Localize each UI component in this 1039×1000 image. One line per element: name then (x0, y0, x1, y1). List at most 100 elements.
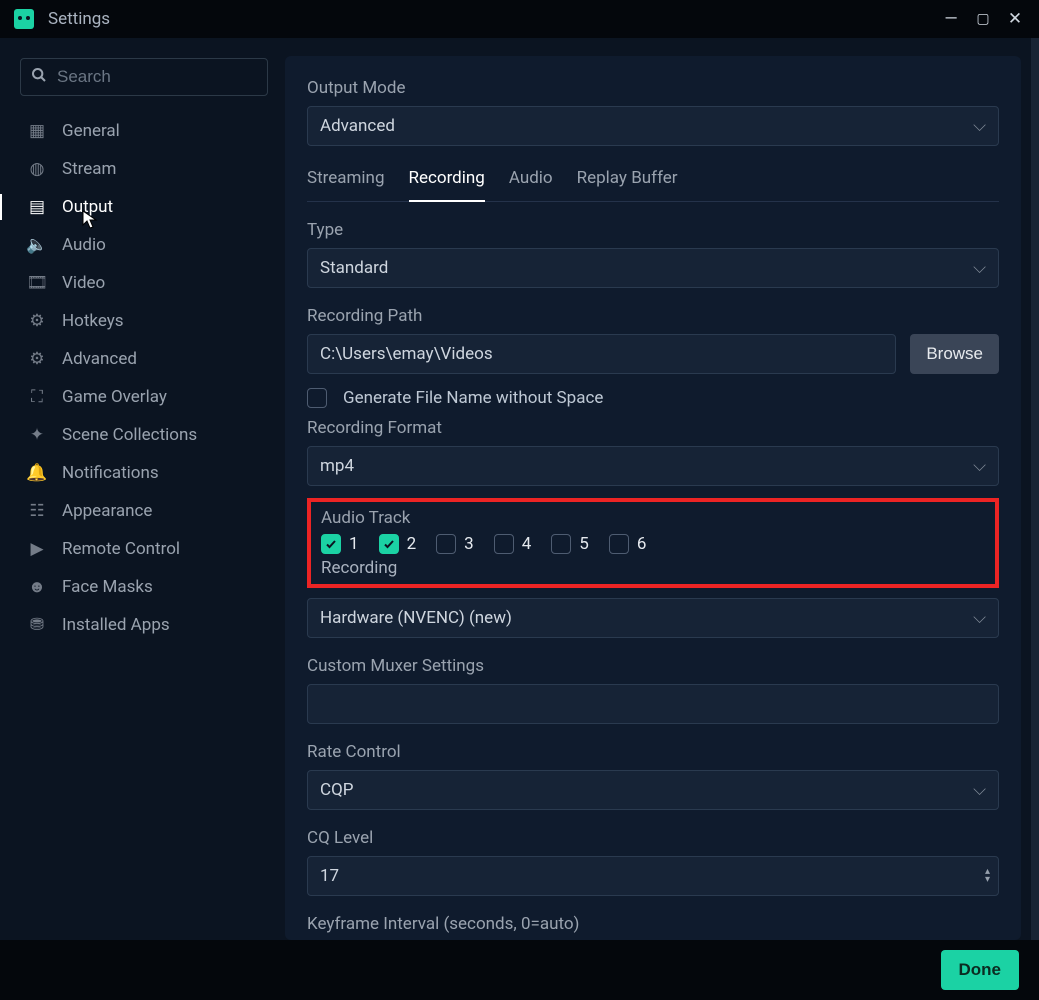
sidebar-item-game-overlay[interactable]: ⛶ Game Overlay (20, 378, 273, 416)
play-icon: ▶ (26, 539, 48, 559)
rate-control-value: CQP (320, 780, 354, 800)
audio-track-row: 123456 (321, 534, 985, 554)
sidebar-item-label: Video (62, 273, 105, 293)
search-input[interactable] (55, 66, 257, 88)
sliders-icon: ☷ (26, 501, 48, 521)
cq-level-label: CQ Level (307, 828, 999, 848)
sidebar-item-general[interactable]: ▦General (20, 112, 273, 150)
sidebar-item-label: Installed Apps (62, 615, 170, 635)
recording-format-label: Recording Format (307, 418, 999, 438)
sidebar-item-remote-control[interactable]: ▶ Remote Control (20, 530, 273, 568)
chevron-down-icon: ⌵ (973, 258, 986, 278)
sidebar-item-label: Remote Control (62, 539, 180, 559)
title-bar: Settings — ▢ ✕ (0, 0, 1039, 38)
audio-track-4-checkbox[interactable] (494, 534, 514, 554)
sidebar-item-label: Appearance (62, 501, 152, 521)
window-close-button[interactable]: ✕ (999, 9, 1031, 29)
tab-recording[interactable]: Recording (409, 168, 485, 202)
encoder-value: Hardware (NVENC) (new) (320, 608, 512, 628)
audio-track-1-label: 1 (349, 534, 359, 554)
chevron-down-icon: ⌵ (973, 780, 986, 800)
custom-muxer-input[interactable] (307, 684, 999, 724)
search-box[interactable] (20, 58, 268, 96)
sidebar-item-notifications[interactable]: 🔔Notifications (20, 454, 273, 492)
audio-track-6-label: 6 (637, 534, 647, 554)
audio-track-5: 5 (551, 534, 589, 554)
audio-track-3-label: 3 (464, 534, 474, 554)
custom-muxer-label: Custom Muxer Settings (307, 656, 999, 676)
encoder-select[interactable]: Hardware (NVENC) (new) ⌵ (307, 598, 999, 638)
mask-icon: ☻ (26, 577, 48, 597)
stepper-arrows-icon[interactable]: ▴▾ (985, 868, 990, 884)
tab-audio[interactable]: Audio (509, 168, 553, 201)
rate-control-label: Rate Control (307, 742, 999, 762)
cq-level-value: 17 (320, 866, 339, 886)
gen-nospace-checkbox[interactable] (307, 388, 327, 408)
scrollbar-track[interactable] (1031, 38, 1039, 940)
grid-icon: ▦ (26, 121, 48, 141)
window-minimize-button[interactable]: — (935, 9, 967, 29)
output-tabs: Streaming Recording Audio Replay Buffer (307, 168, 999, 202)
search-icon (31, 67, 47, 87)
sidebar-item-label: Audio (62, 235, 106, 255)
audio-track-6-checkbox[interactable] (609, 534, 629, 554)
audio-track-3: 3 (436, 534, 474, 554)
done-button[interactable]: Done (941, 950, 1020, 990)
gears-icon: ⚙ (26, 349, 48, 369)
sidebar-item-hotkeys[interactable]: ⚙Hotkeys (20, 302, 273, 340)
window-title: Settings (48, 9, 110, 29)
volume-icon: 🔈 (26, 235, 48, 255)
chevron-down-icon: ⌵ (973, 456, 986, 476)
rate-control-select[interactable]: CQP ⌵ (307, 770, 999, 810)
audio-track-2: 2 (379, 534, 417, 554)
sidebar-item-output[interactable]: ▤ Output (20, 188, 273, 226)
sidebar-item-label: Notifications (62, 463, 159, 483)
film-icon: 🎞 (26, 273, 48, 293)
sidebar-item-label: Game Overlay (62, 387, 167, 407)
sidebar-item-stream[interactable]: ◍Stream (20, 150, 273, 188)
gen-nospace-label: Generate File Name without Space (343, 388, 603, 408)
type-label: Type (307, 220, 999, 240)
audio-track-2-label: 2 (407, 534, 417, 554)
recording-format-select[interactable]: mp4 ⌵ (307, 446, 999, 486)
chip-icon: ▤ (26, 197, 48, 217)
chevron-down-icon: ⌵ (973, 608, 986, 628)
sidebar-item-installed-apps[interactable]: ⛃Installed Apps (20, 606, 273, 644)
sidebar-item-appearance[interactable]: ☷ Appearance (20, 492, 273, 530)
recording-path-label: Recording Path (307, 306, 999, 326)
dialog-footer: Done (0, 940, 1039, 1000)
audio-track-5-checkbox[interactable] (551, 534, 571, 554)
output-mode-value: Advanced (320, 116, 395, 136)
audio-track-label: Audio Track (321, 508, 985, 528)
output-mode-select[interactable]: Advanced ⌵ (307, 106, 999, 146)
recording-format-value: mp4 (320, 456, 354, 476)
gear-icon: ⚙ (26, 311, 48, 331)
tab-replay-buffer[interactable]: Replay Buffer (577, 168, 678, 201)
app-icon (14, 9, 34, 29)
sidebar-item-scene-collections[interactable]: ✦Scene Collections (20, 416, 273, 454)
sidebar-item-label: Output (62, 197, 113, 217)
keyframe-interval-label: Keyframe Interval (seconds, 0=auto) (307, 914, 999, 934)
audio-track-1: 1 (321, 534, 359, 554)
tab-streaming[interactable]: Streaming (307, 168, 385, 201)
sidebar-nav: ▦General◍Stream ▤ Output 🔈 Audio 🎞 Video ⚙Hotke… (20, 112, 273, 644)
expand-icon: ⛶ (26, 387, 48, 407)
sidebar-item-advanced[interactable]: ⚙ Advanced (20, 340, 273, 378)
browse-button[interactable]: Browse (910, 334, 999, 374)
type-value: Standard (320, 258, 388, 278)
recording-path-input[interactable]: C:\Users\emay\Videos (307, 334, 896, 374)
sidebar-item-video[interactable]: 🎞 Video (20, 264, 273, 302)
cq-level-input[interactable]: 17 ▴▾ (307, 856, 999, 896)
type-select[interactable]: Standard ⌵ (307, 248, 999, 288)
recording-section-heading: Recording (321, 558, 985, 578)
sidebar-item-label: Scene Collections (62, 425, 197, 445)
sidebar-item-label: Stream (62, 159, 116, 179)
sidebar-item-audio[interactable]: 🔈 Audio (20, 226, 273, 264)
audio-track-1-checkbox[interactable] (321, 534, 341, 554)
audio-track-3-checkbox[interactable] (436, 534, 456, 554)
sidebar-item-label: Face Masks (62, 577, 153, 597)
audio-track-2-checkbox[interactable] (379, 534, 399, 554)
sidebar-item-face-masks[interactable]: ☻ Face Masks (20, 568, 273, 606)
sidebar-item-label: Advanced (62, 349, 137, 369)
window-maximize-button[interactable]: ▢ (967, 11, 999, 27)
